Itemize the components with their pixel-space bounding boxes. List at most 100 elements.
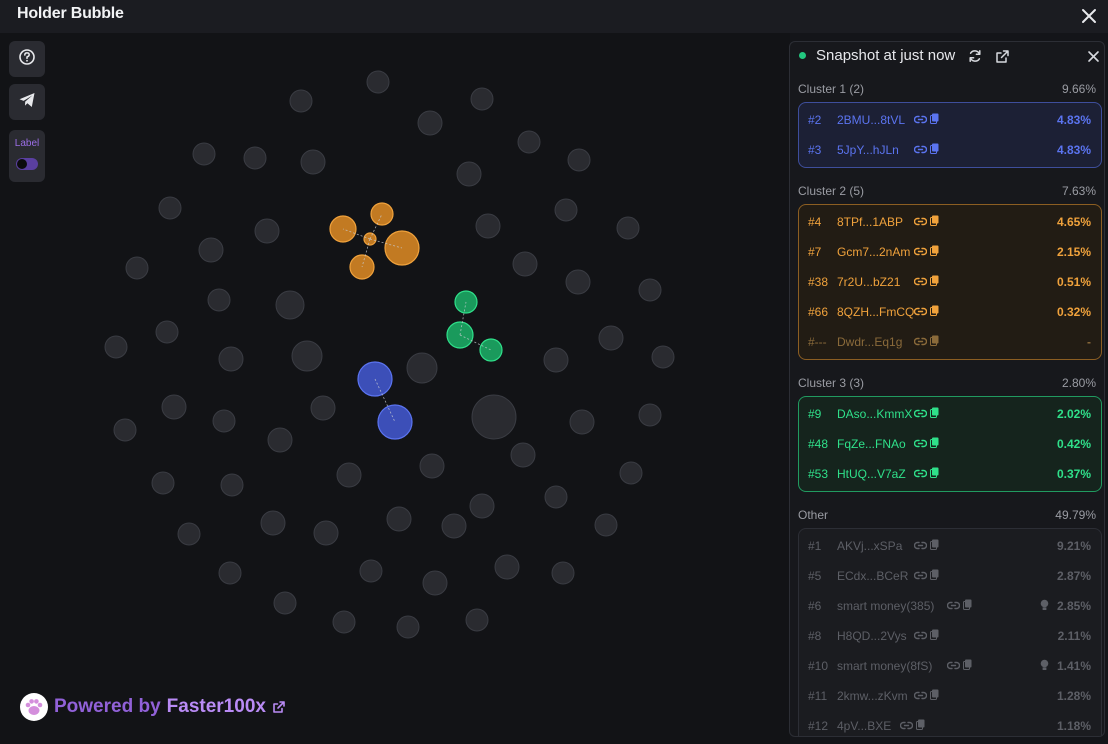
copy-icon[interactable] (929, 467, 939, 481)
copy-icon[interactable] (929, 437, 939, 451)
holder-address[interactable]: 7r2U...bZ21 (837, 275, 900, 289)
holder-bubble[interactable] (198, 237, 224, 263)
holder-address[interactable]: 2kmw...zKvm (837, 689, 908, 703)
holder-address[interactable]: ECdx...BCeR (837, 569, 908, 583)
holder-address[interactable]: smart money(8fS) (837, 659, 932, 673)
link-icon[interactable] (913, 275, 927, 289)
holder-bubble[interactable] (441, 513, 467, 539)
holder-bubble[interactable] (494, 554, 520, 580)
holder-address[interactable]: Gcm7...2nAm (837, 245, 910, 259)
holder-bubble[interactable] (422, 570, 448, 596)
holder-row[interactable]: #1 AKVj...xSPa 9.21% (799, 531, 1101, 561)
holder-bubble[interactable] (554, 198, 578, 222)
holder-bubble[interactable] (510, 442, 536, 468)
holder-bubble[interactable] (104, 335, 128, 359)
link-icon[interactable] (913, 467, 927, 481)
holder-bubble[interactable] (406, 352, 438, 384)
holder-address[interactable]: H8QD...2Vys (837, 629, 907, 643)
holder-bubble[interactable] (417, 110, 443, 136)
holder-row[interactable]: #12 4pV...BXE 1.18% (799, 711, 1101, 736)
holder-bubble[interactable] (313, 520, 339, 546)
help-button[interactable] (9, 41, 45, 77)
holder-bubble[interactable] (638, 403, 662, 427)
holder-bubble[interactable] (273, 591, 297, 615)
holder-bubble[interactable] (638, 278, 662, 302)
holder-bubble[interactable] (512, 251, 538, 277)
holder-address[interactable]: 2BMU...8tVL (837, 113, 905, 127)
holder-row[interactable]: #3 5JpY...hJLn 4.83% (799, 135, 1101, 165)
copy-icon[interactable] (929, 539, 939, 553)
holder-address[interactable]: 8TPf...1ABP (837, 215, 903, 229)
copy-icon[interactable] (929, 305, 939, 319)
copy-icon[interactable] (916, 719, 925, 733)
holder-row[interactable]: #38 7r2U...bZ21 0.51% (799, 267, 1101, 297)
copy-icon[interactable] (929, 407, 939, 421)
link-icon[interactable] (913, 689, 927, 703)
holder-bubble[interactable] (125, 256, 149, 280)
holder-row[interactable]: #10 smart money(8fS) 1.41% (799, 651, 1101, 681)
holder-row[interactable]: #9 DAso...KmmX 2.02% (799, 399, 1101, 429)
copy-icon[interactable] (929, 275, 939, 289)
copy-icon[interactable] (929, 113, 939, 127)
telegram-button[interactable] (9, 84, 45, 120)
holder-bubble[interactable] (569, 409, 595, 435)
holder-bubble[interactable] (113, 418, 137, 442)
holder-bubble[interactable] (192, 142, 216, 166)
holder-bubble[interactable] (267, 427, 293, 453)
holder-bubble[interactable] (619, 461, 643, 485)
holder-bubble[interactable] (336, 462, 362, 488)
holder-row[interactable]: #48 FqZe...FNAo 0.42% (799, 429, 1101, 459)
holder-bubble[interactable] (291, 340, 323, 372)
holder-bubble[interactable] (332, 610, 356, 634)
holder-bubble[interactable] (551, 561, 575, 585)
holder-address[interactable]: 4pV...BXE (837, 719, 891, 733)
link-icon[interactable] (946, 659, 960, 673)
holder-address[interactable]: 5JpY...hJLn (837, 143, 899, 157)
link-icon[interactable] (900, 719, 914, 733)
holder-bubble[interactable] (212, 409, 236, 433)
refresh-icon[interactable] (967, 48, 983, 64)
holder-bubble[interactable] (386, 506, 412, 532)
copy-icon[interactable] (929, 245, 939, 259)
link-icon[interactable] (913, 629, 927, 643)
link-icon[interactable] (913, 335, 927, 349)
link-icon[interactable] (913, 407, 927, 421)
holder-bubble[interactable] (161, 394, 187, 420)
holder-bubble[interactable] (594, 513, 618, 537)
holder-bubble[interactable] (475, 213, 501, 239)
holder-row[interactable]: #6 smart money(385) 2.85% (799, 591, 1101, 621)
holder-address[interactable]: DAso...KmmX (837, 407, 912, 421)
holder-address[interactable]: HtUQ...V7aZ (837, 467, 906, 481)
close-icon[interactable] (1079, 6, 1099, 26)
holder-bubble[interactable] (419, 453, 445, 479)
holder-row[interactable]: #--- Dwdr...Eq1g - (799, 327, 1101, 357)
panel-close-icon[interactable] (1085, 48, 1101, 64)
holder-bubble[interactable] (151, 471, 175, 495)
holder-row[interactable]: #5 ECdx...BCeR 2.87% (799, 561, 1101, 591)
link-icon[interactable] (913, 569, 927, 583)
holder-bubble[interactable] (243, 146, 267, 170)
link-icon[interactable] (913, 539, 927, 553)
holder-bubble[interactable] (220, 473, 244, 497)
link-icon[interactable] (913, 143, 927, 157)
external-link-icon[interactable] (272, 700, 286, 714)
holder-row[interactable]: #7 Gcm7...2nAm 2.15% (799, 237, 1101, 267)
brand-link[interactable]: Faster100x (167, 696, 266, 718)
holder-address[interactable]: 8QZH...FmCQ (837, 305, 914, 319)
holder-bubble[interactable] (218, 561, 242, 585)
holder-row[interactable]: #4 8TPf...1ABP 4.65% (799, 207, 1101, 237)
label-toggle[interactable] (16, 158, 38, 170)
holder-bubble[interactable] (517, 130, 541, 154)
holder-address[interactable]: smart money(385) (837, 599, 934, 613)
holder-row[interactable]: #53 HtUQ...V7aZ 0.37% (799, 459, 1101, 489)
holder-bubble[interactable] (359, 559, 383, 583)
holder-bubble[interactable] (456, 161, 482, 187)
copy-icon[interactable] (929, 143, 939, 157)
holder-bubble[interactable] (155, 320, 179, 344)
copy-icon[interactable] (929, 335, 939, 349)
holder-bubble[interactable] (289, 89, 313, 113)
bubble-map[interactable] (0, 33, 790, 744)
holder-bubble[interactable] (158, 196, 182, 220)
link-icon[interactable] (913, 113, 927, 127)
holder-bubble[interactable] (260, 510, 286, 536)
